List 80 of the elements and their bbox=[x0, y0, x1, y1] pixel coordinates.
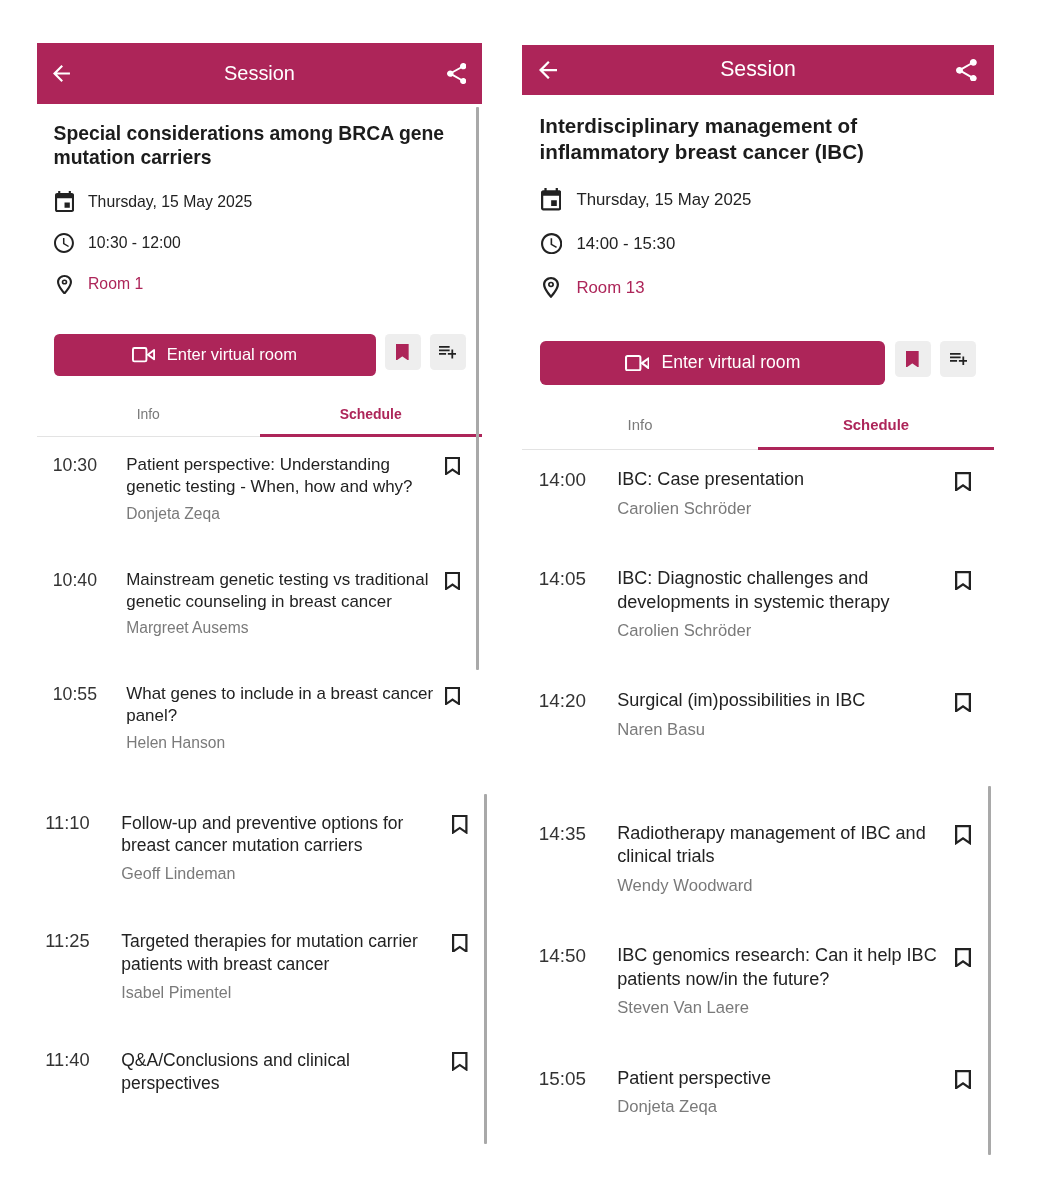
calendar-icon bbox=[541, 188, 562, 211]
playlist-add-icon bbox=[438, 346, 457, 359]
bookmark-icon[interactable] bbox=[954, 1070, 971, 1090]
bookmark-icon[interactable] bbox=[954, 471, 971, 491]
talk-title[interactable]: Q&A/Conclusions and clinical perspectives bbox=[121, 1048, 440, 1095]
enter-virtual-room-button[interactable]: Enter virtual room bbox=[53, 334, 376, 376]
talk-time: 10:30 bbox=[52, 453, 98, 476]
talk-time: 11:40 bbox=[45, 1048, 91, 1072]
speaker-name: Helen Hanson bbox=[126, 733, 227, 754]
bookmark-button[interactable] bbox=[894, 340, 931, 377]
speaker-name: Donjeta Zeqa bbox=[126, 503, 221, 524]
talk-time: 11:25 bbox=[45, 930, 91, 953]
speaker-name: Donjeta Zeqa bbox=[617, 1096, 718, 1118]
bookmark-icon[interactable] bbox=[452, 1052, 468, 1071]
talk-title[interactable]: Mainstream genetic testing vs traditional genetic counseling in breast cancer bbox=[126, 568, 434, 613]
talk-time: 14:00 bbox=[538, 468, 587, 492]
speaker-name: Naren Basu bbox=[617, 719, 706, 741]
session-time: 14:00 - 15:30 bbox=[576, 233, 676, 254]
calendar-icon bbox=[54, 191, 74, 213]
bookmark-icon[interactable] bbox=[445, 457, 461, 476]
talk-time: 11:10 bbox=[45, 811, 91, 835]
tab[interactable]: Schedule bbox=[758, 403, 994, 450]
add-to-list-button[interactable] bbox=[429, 334, 466, 371]
share-icon[interactable] bbox=[956, 58, 978, 82]
talk-title[interactable]: Patient perspective: Understanding genetic testing - When, how and why? bbox=[126, 453, 434, 498]
screen-title: Session bbox=[720, 57, 796, 83]
room-link[interactable]: Room 1 bbox=[88, 275, 144, 294]
talk-title[interactable]: Targeted therapies for mutation carrier patients with breast cancer bbox=[121, 930, 440, 976]
bookmark-icon[interactable] bbox=[445, 686, 461, 705]
session-date: Thursday, 15 May 2025 bbox=[576, 189, 752, 210]
talk-title[interactable]: IBC: Case presentation bbox=[617, 468, 942, 492]
talk-time: 14:20 bbox=[538, 689, 587, 713]
speaker-name: Carolien Schröder bbox=[617, 497, 753, 520]
video-camera-icon bbox=[132, 347, 156, 363]
speaker-name: Steven Van Laere bbox=[617, 997, 751, 1019]
video-camera-icon bbox=[624, 354, 650, 371]
speaker-name: Geoff Lindeman bbox=[121, 863, 237, 884]
speaker-name: Wendy Woodward bbox=[617, 875, 754, 897]
talk-title[interactable]: Radiotherapy management of IBC and clinical trials bbox=[617, 821, 942, 869]
speaker-name: Isabel Pimentel bbox=[121, 981, 233, 1003]
bookmark-icon[interactable] bbox=[445, 571, 461, 590]
screen-title: Session bbox=[224, 61, 295, 86]
bookmark-icon[interactable] bbox=[452, 933, 468, 953]
talk-title[interactable]: IBC: Diagnostic challenges and developments in systemic therapy bbox=[617, 567, 942, 615]
talk-title[interactable]: What genes to include in a breast cancer panel? bbox=[126, 683, 434, 728]
back-icon[interactable] bbox=[538, 60, 557, 80]
bookmark-button[interactable] bbox=[384, 334, 421, 371]
bookmark-icon[interactable] bbox=[954, 825, 971, 845]
tab[interactable]: Info bbox=[37, 393, 260, 437]
talk-title[interactable]: IBC genomics research: Can it help IBC patients now/in the future? bbox=[617, 944, 942, 992]
bookmark-icon[interactable] bbox=[954, 570, 971, 590]
room-link[interactable]: Room 13 bbox=[576, 277, 645, 298]
speaker-name: Carolien Schröder bbox=[617, 620, 753, 642]
add-to-list-button[interactable] bbox=[940, 340, 977, 377]
session-title: Special considerations among BRCA gene mutation carriers bbox=[53, 120, 446, 171]
speaker-name: Margreet Ausems bbox=[126, 618, 250, 639]
share-icon[interactable] bbox=[446, 62, 467, 85]
talk-time: 14:35 bbox=[538, 821, 587, 846]
enter-virtual-room-button[interactable]: Enter virtual room bbox=[539, 340, 886, 385]
back-icon[interactable] bbox=[52, 65, 70, 82]
bookmark-icon[interactable] bbox=[954, 693, 971, 713]
session-time: 10:30 - 12:00 bbox=[88, 234, 181, 253]
clock-icon bbox=[54, 233, 75, 254]
talk-title[interactable]: Patient perspective bbox=[617, 1066, 942, 1091]
session-date: Thursday, 15 May 2025 bbox=[88, 192, 253, 211]
location-pin-icon bbox=[56, 274, 72, 295]
talk-time: 10:55 bbox=[52, 683, 98, 706]
clock-icon bbox=[540, 232, 562, 255]
playlist-add-icon bbox=[949, 352, 968, 365]
location-pin-icon bbox=[543, 276, 560, 299]
talk-time: 14:05 bbox=[538, 567, 587, 591]
session-title: Interdisciplinary management of inflammatory breast cancer (IBC) bbox=[539, 112, 865, 166]
talk-time: 14:50 bbox=[538, 944, 587, 968]
talk-title[interactable]: Surgical (im)possibilities in IBC bbox=[617, 689, 942, 713]
tab[interactable]: Info bbox=[522, 403, 758, 450]
bookmark-icon[interactable] bbox=[954, 947, 971, 968]
bookmark-icon[interactable] bbox=[452, 815, 468, 834]
talk-title[interactable]: Follow-up and preventive options for breast cancer mutation carriers bbox=[121, 811, 440, 858]
talk-time: 10:40 bbox=[52, 568, 98, 591]
talk-time: 15:05 bbox=[538, 1066, 587, 1091]
